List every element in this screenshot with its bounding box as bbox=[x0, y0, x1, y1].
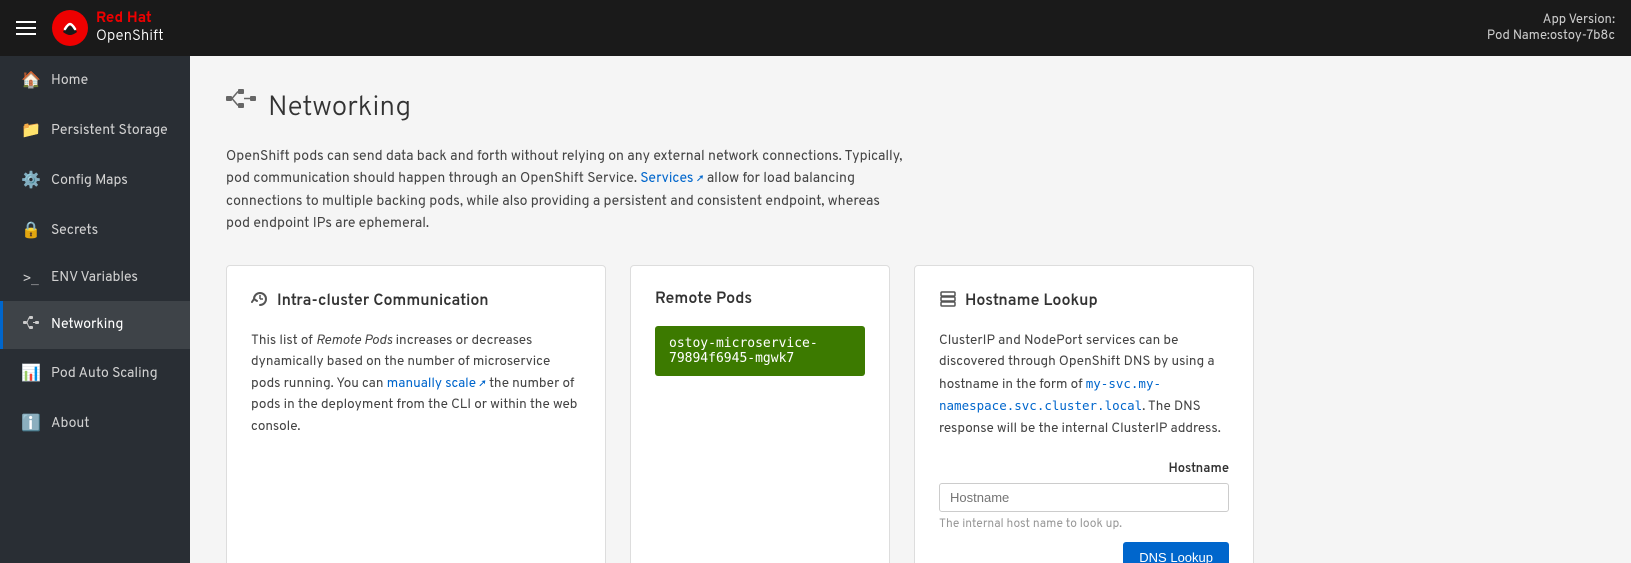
hostname-lookup-title-text: Hostname Lookup bbox=[965, 292, 1098, 312]
gear-icon: ⚙️ bbox=[21, 170, 41, 192]
hostname-lookup-card-title: Hostname Lookup bbox=[939, 290, 1229, 315]
sidebar-item-home[interactable]: 🏠 Home bbox=[0, 56, 190, 106]
sidebar-item-about[interactable]: ℹ️ About bbox=[0, 399, 190, 449]
sidebar-item-env-variables[interactable]: >_ ENV Variables bbox=[0, 256, 190, 301]
sidebar-label-pod-auto-scaling: Pod Auto Scaling bbox=[51, 366, 158, 383]
lock-icon: 🔒 bbox=[21, 220, 41, 242]
sidebar-label-persistent-storage: Persistent Storage bbox=[51, 123, 168, 140]
intra-cluster-card: Intra-cluster Communication This list of… bbox=[226, 265, 606, 563]
intro-paragraph: OpenShift pods can send data back and fo… bbox=[226, 147, 906, 237]
folder-icon: 📁 bbox=[21, 120, 41, 142]
pod-badge: ostoy-microservice-79894f6945-mgwk7 bbox=[655, 326, 865, 376]
remote-pods-card-title: Remote Pods bbox=[655, 290, 865, 310]
remote-pods-italic: Remote Pods bbox=[316, 333, 392, 350]
intra-cluster-title-text: Intra-cluster Communication bbox=[277, 292, 489, 312]
remote-pods-card: Remote Pods ostoy-microservice-79894f694… bbox=[630, 265, 890, 563]
pod-name: Pod Name:ostoy-7b8c bbox=[1487, 28, 1615, 44]
topbar-right: App Version: Pod Name:ostoy-7b8c bbox=[1487, 12, 1615, 44]
sidebar-label-about: About bbox=[51, 416, 90, 433]
topbar: Red Hat OpenShift App Version: Pod Name:… bbox=[0, 0, 1631, 56]
app-body: 🏠 Home 📁 Persistent Storage ⚙️ Config Ma… bbox=[0, 56, 1631, 563]
network-icon bbox=[21, 315, 41, 335]
services-link[interactable]: Services ↗ bbox=[640, 171, 707, 188]
brand: Red Hat OpenShift bbox=[52, 10, 164, 46]
hostname-lookup-section: Hostname The internal host name to look … bbox=[939, 461, 1229, 563]
hostname-lookup-body: ClusterIP and NodePort services can be d… bbox=[939, 331, 1229, 441]
sync-icon bbox=[251, 290, 269, 315]
remote-pods-title-text: Remote Pods bbox=[655, 290, 752, 310]
brand-text: Red Hat OpenShift bbox=[96, 10, 164, 46]
app-version-label: App Version: bbox=[1487, 12, 1615, 28]
body-prefix: This list of bbox=[251, 333, 316, 350]
page-header: Networking bbox=[226, 88, 1595, 127]
sidebar-item-persistent-storage[interactable]: 📁 Persistent Storage bbox=[0, 106, 190, 156]
database-icon bbox=[939, 290, 957, 315]
main-content: Networking OpenShift pods can send data … bbox=[190, 56, 1631, 563]
manually-scale-link[interactable]: manually scale ↗ bbox=[387, 376, 486, 393]
sidebar-item-secrets[interactable]: 🔒 Secrets bbox=[0, 206, 190, 256]
brand-red: Red Hat bbox=[96, 10, 164, 28]
sidebar-label-env-variables: ENV Variables bbox=[51, 270, 138, 287]
hamburger-menu[interactable] bbox=[16, 21, 36, 35]
intra-cluster-body: This list of Remote Pods increases or de… bbox=[251, 331, 581, 439]
page-header-icon bbox=[226, 88, 256, 127]
home-icon: 🏠 bbox=[21, 70, 41, 92]
hostname-input[interactable] bbox=[939, 483, 1229, 512]
pod-name-badge: ostoy-microservice-79894f6945-mgwk7 bbox=[669, 336, 818, 366]
redhat-logo bbox=[52, 10, 88, 46]
scaling-icon: 📊 bbox=[21, 363, 41, 385]
remote-pods-list: ostoy-microservice-79894f6945-mgwk7 bbox=[655, 326, 865, 376]
hostname-body-text: ClusterIP and NodePort services can be d… bbox=[939, 333, 1215, 394]
sidebar: 🏠 Home 📁 Persistent Storage ⚙️ Config Ma… bbox=[0, 56, 190, 563]
sidebar-label-home: Home bbox=[51, 73, 88, 90]
terminal-icon: >_ bbox=[21, 271, 41, 286]
hostname-label: Hostname bbox=[939, 461, 1229, 477]
sidebar-label-networking: Networking bbox=[51, 317, 123, 334]
sidebar-label-config-maps: Config Maps bbox=[51, 173, 128, 190]
sidebar-item-config-maps[interactable]: ⚙️ Config Maps bbox=[0, 156, 190, 206]
info-icon: ℹ️ bbox=[21, 413, 41, 435]
hostname-hint: The internal host name to look up. bbox=[939, 516, 1229, 532]
topbar-left: Red Hat OpenShift bbox=[16, 10, 164, 46]
sidebar-item-pod-auto-scaling[interactable]: 📊 Pod Auto Scaling bbox=[0, 349, 190, 399]
sidebar-label-secrets: Secrets bbox=[51, 223, 98, 240]
page-title: Networking bbox=[268, 90, 411, 126]
cards-row: Intra-cluster Communication This list of… bbox=[226, 265, 1595, 563]
brand-name: OpenShift bbox=[96, 28, 164, 46]
dns-lookup-button[interactable]: DNS Lookup bbox=[1123, 542, 1229, 563]
sidebar-item-networking[interactable]: Networking bbox=[0, 301, 190, 349]
intra-cluster-card-title: Intra-cluster Communication bbox=[251, 290, 581, 315]
hostname-lookup-card: Hostname Lookup ClusterIP and NodePort s… bbox=[914, 265, 1254, 563]
